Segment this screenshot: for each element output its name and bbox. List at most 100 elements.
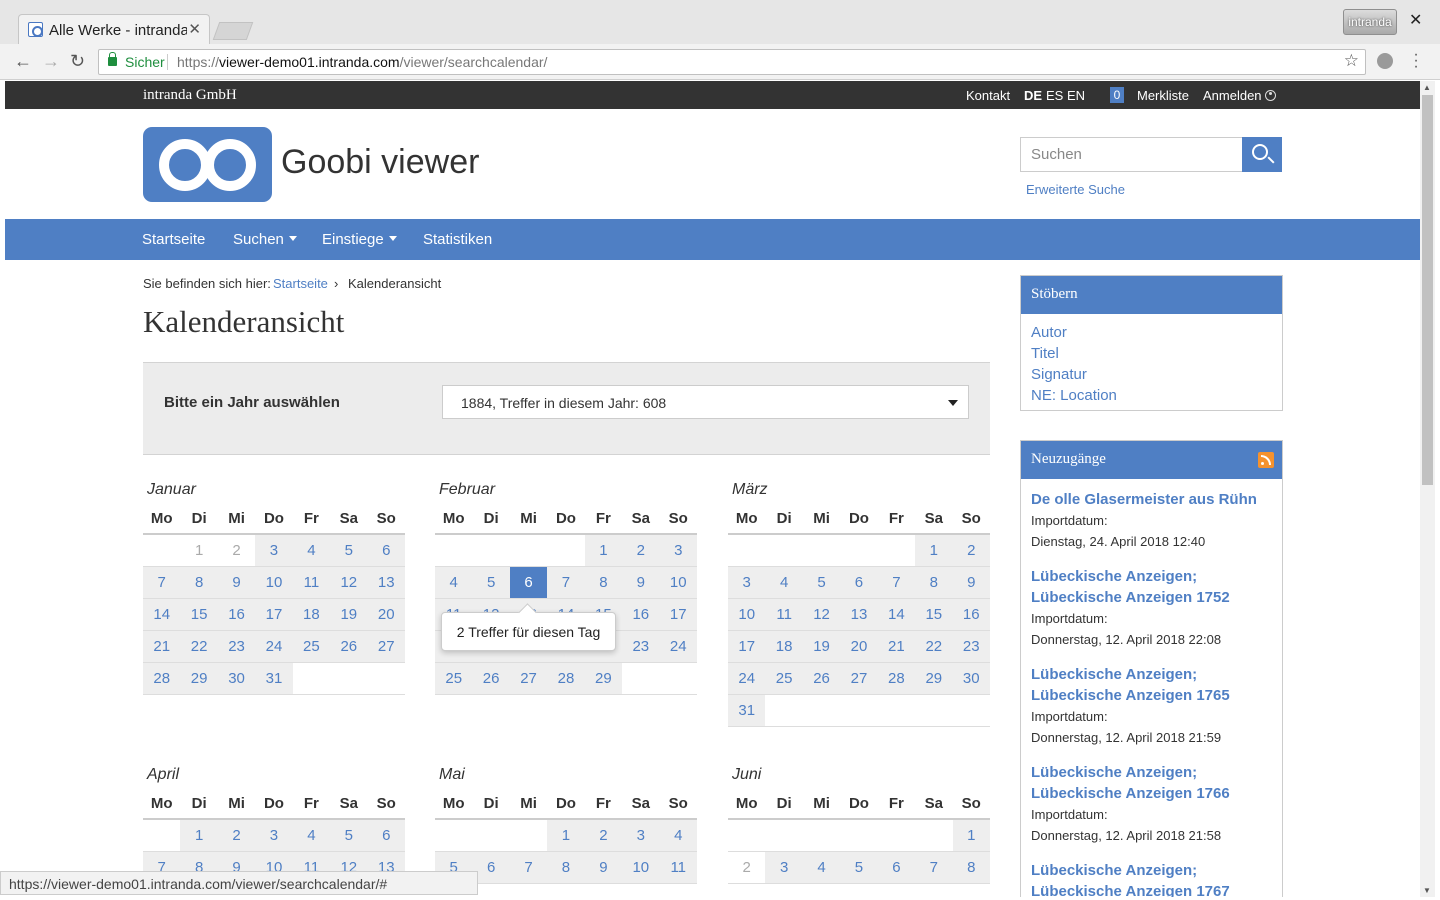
calendar-day[interactable]: 4 (659, 820, 697, 851)
back-icon[interactable]: ← (14, 51, 32, 72)
calendar-day[interactable]: 7 (877, 567, 916, 598)
scrollbar-thumb[interactable] (1422, 95, 1433, 485)
calendar-day[interactable]: 27 (840, 663, 878, 694)
calendar-day[interactable]: 27 (509, 663, 548, 694)
calendar-day[interactable]: 1 (547, 820, 585, 851)
calendar-day[interactable]: 6 (367, 820, 405, 851)
extension-icon[interactable] (1377, 53, 1393, 69)
calendar-day[interactable]: 8 (547, 852, 585, 883)
calendar-day[interactable]: 16 (217, 599, 256, 630)
bookmark-star-icon[interactable]: ☆ (1344, 51, 1359, 71)
calendar-day[interactable]: 28 (143, 663, 181, 694)
calendar-day[interactable]: 29 (180, 663, 218, 694)
calendar-day[interactable]: 6 (367, 535, 405, 566)
calendar-day[interactable]: 3 (765, 852, 803, 883)
search-input[interactable]: Suchen (1020, 137, 1243, 172)
calendar-day[interactable]: 22 (915, 631, 953, 662)
scroll-up-icon[interactable]: ▲ (1423, 83, 1431, 92)
new-item-title[interactable]: Lübeckische Anzeigen; Lübeckische Anzeig… (1031, 860, 1272, 897)
page-scrollbar[interactable]: ▲ ▼ (1420, 81, 1435, 897)
calendar-day[interactable]: 10 (728, 599, 766, 630)
advanced-search-link[interactable]: Erweiterte Suche (1026, 182, 1125, 197)
calendar-day[interactable]: 8 (180, 567, 218, 598)
calendar-day[interactable]: 13 (367, 567, 405, 598)
calendar-day[interactable]: 16 (622, 599, 660, 630)
calendar-day[interactable]: 6 (472, 852, 510, 883)
contact-link[interactable]: Kontakt (966, 88, 1010, 103)
address-bar[interactable]: Sicher https://viewer-demo01.intranda.co… (98, 49, 1366, 75)
calendar-day[interactable]: 17 (255, 599, 293, 630)
calendar-day[interactable]: 14 (877, 599, 916, 630)
nav-entries[interactable]: Einstiege (322, 231, 397, 248)
calendar-day[interactable]: 27 (367, 631, 405, 662)
login-link[interactable]: Anmelden (1203, 88, 1276, 103)
browser-tab[interactable]: Alle Werke - intranda ✕ (18, 14, 210, 44)
calendar-day[interactable]: 15 (915, 599, 953, 630)
calendar-day[interactable]: 20 (367, 599, 405, 630)
calendar-day[interactable]: 10 (659, 567, 697, 598)
calendar-day[interactable]: 1 (584, 535, 623, 566)
calendar-day-selected[interactable]: 6 (509, 567, 548, 598)
calendar-day[interactable]: 26 (330, 631, 368, 662)
calendar-day[interactable]: 3 (622, 820, 660, 851)
calendar-day[interactable]: 29 (915, 663, 953, 694)
new-item-title[interactable]: De olle Glasermeister aus Rühn (1031, 489, 1272, 510)
rss-icon[interactable] (1258, 452, 1274, 468)
calendar-day[interactable]: 24 (728, 663, 766, 694)
calendar-day[interactable]: 9 (622, 567, 660, 598)
calendar-day[interactable]: 28 (877, 663, 916, 694)
lang-de-link[interactable]: DE (1024, 88, 1042, 103)
breadcrumb-home[interactable]: Startseite (273, 276, 328, 291)
calendar-day[interactable]: 14 (143, 599, 181, 630)
watchlist-link[interactable]: Merkliste (1137, 88, 1189, 103)
calendar-day[interactable]: 25 (765, 663, 803, 694)
nav-statistics[interactable]: Statistiken (423, 231, 492, 248)
new-item-title[interactable]: Lübeckische Anzeigen; Lübeckische Anzeig… (1031, 664, 1272, 706)
calendar-day[interactable]: 21 (143, 631, 181, 662)
url-text[interactable]: https://viewer-demo01.intranda.com/viewe… (177, 54, 547, 70)
calendar-day[interactable]: 3 (255, 820, 293, 851)
new-item-title[interactable]: Lübeckische Anzeigen; Lübeckische Anzeig… (1031, 566, 1272, 608)
calendar-day[interactable]: 23 (952, 631, 990, 662)
calendar-day[interactable]: 20 (840, 631, 878, 662)
calendar-day[interactable]: 4 (292, 535, 331, 566)
calendar-day[interactable]: 12 (330, 567, 368, 598)
browse-link-signature[interactable]: Signatur (1031, 366, 1272, 387)
calendar-day[interactable]: 7 (547, 567, 585, 598)
nav-home[interactable]: Startseite (142, 231, 205, 248)
calendar-day[interactable]: 11 (765, 599, 803, 630)
site-name[interactable]: Goobi viewer (281, 143, 479, 182)
calendar-day[interactable]: 5 (330, 820, 368, 851)
calendar-day[interactable]: 12 (802, 599, 841, 630)
profile-button[interactable]: intranda (1343, 9, 1397, 35)
calendar-day[interactable]: 29 (584, 663, 623, 694)
year-select[interactable]: 1884, Treffer in diesem Jahr: 608 (442, 385, 969, 419)
calendar-day[interactable]: 23 (217, 631, 256, 662)
calendar-day[interactable]: 26 (802, 663, 841, 694)
forward-icon[interactable]: → (42, 51, 60, 72)
calendar-day[interactable]: 9 (217, 567, 256, 598)
calendar-day[interactable]: 11 (292, 567, 331, 598)
calendar-day[interactable]: 21 (877, 631, 916, 662)
nav-search[interactable]: Suchen (233, 231, 297, 248)
calendar-day[interactable]: 11 (659, 852, 697, 883)
search-button[interactable] (1242, 137, 1282, 172)
calendar-day[interactable]: 17 (659, 599, 697, 630)
calendar-day[interactable]: 17 (728, 631, 766, 662)
calendar-day[interactable]: 6 (877, 852, 916, 883)
new-tab-button[interactable] (212, 22, 254, 40)
browse-link-location[interactable]: NE: Location (1031, 387, 1272, 408)
calendar-day[interactable]: 31 (255, 663, 293, 694)
window-close-icon[interactable]: ✕ (1409, 10, 1422, 30)
goobi-logo[interactable] (143, 127, 272, 202)
calendar-day[interactable]: 4 (765, 567, 803, 598)
calendar-day[interactable]: 13 (840, 599, 878, 630)
calendar-day[interactable]: 8 (584, 567, 623, 598)
calendar-day[interactable]: 26 (472, 663, 510, 694)
calendar-day[interactable]: 2 (584, 820, 623, 851)
calendar-day[interactable]: 10 (255, 567, 293, 598)
calendar-day[interactable]: 19 (330, 599, 368, 630)
calendar-day[interactable]: 1 (180, 820, 218, 851)
calendar-day[interactable]: 1 (915, 535, 953, 566)
calendar-day[interactable]: 18 (292, 599, 331, 630)
